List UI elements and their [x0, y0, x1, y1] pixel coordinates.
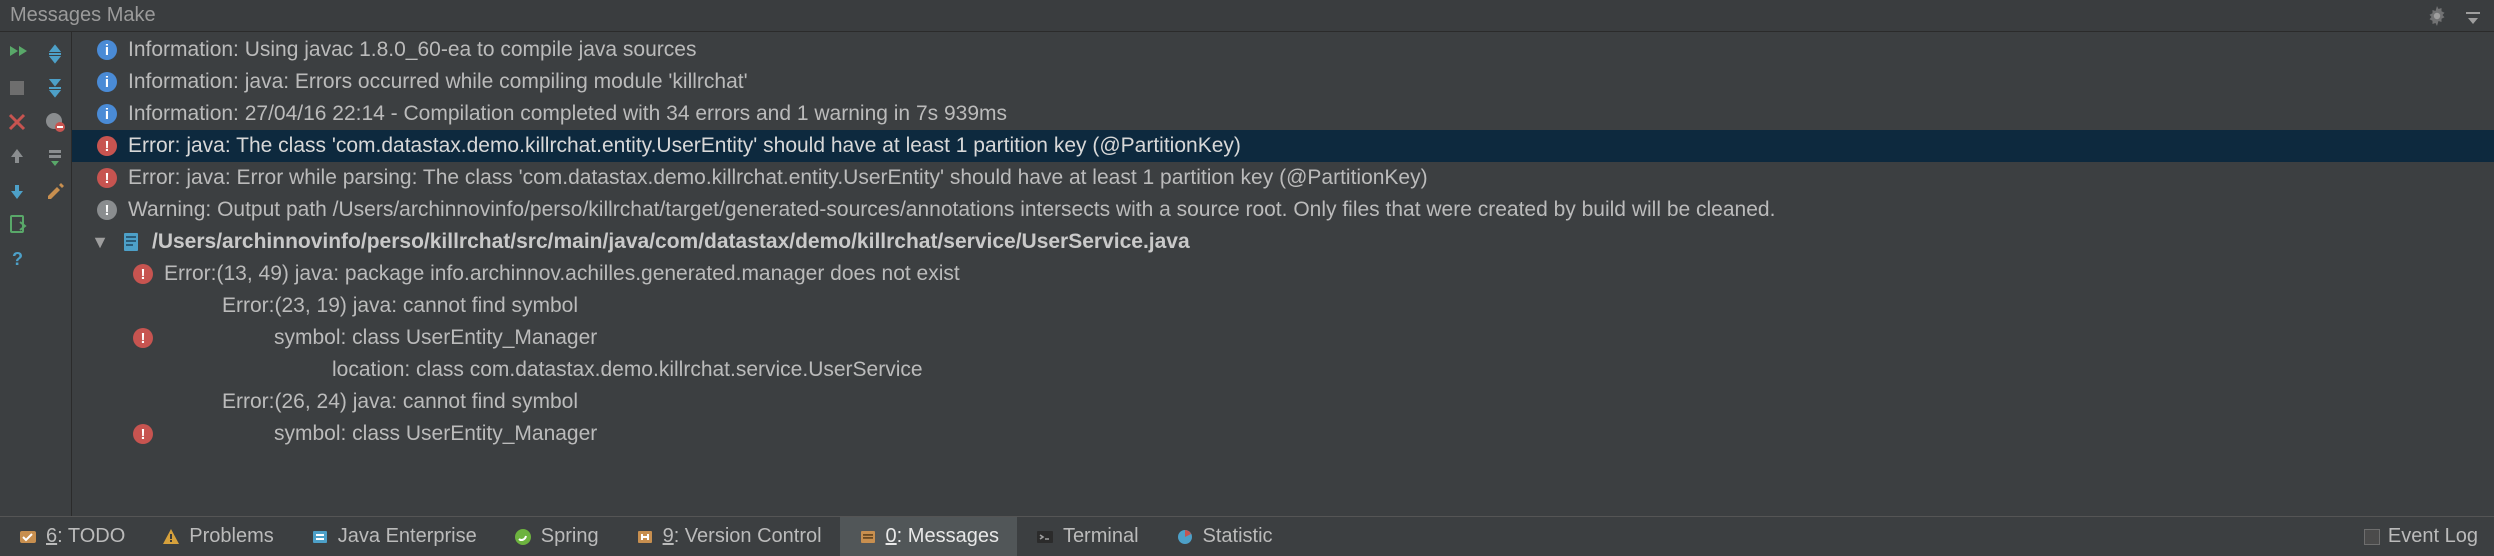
message-row[interactable]: ! Error:(13, 49) java: package info.arch… [72, 258, 2494, 290]
message-text: Information: 27/04/16 22:14 - Compilatio… [128, 102, 1007, 126]
tab-label: Statistic [1203, 525, 1273, 548]
panel-titlebar-actions [2426, 5, 2484, 27]
warning-icon: ! [96, 199, 118, 221]
error-icon: ! [132, 263, 154, 285]
tab-statistic[interactable]: Statistic [1157, 517, 1291, 556]
tab-event-log[interactable]: Event Log [2348, 517, 2494, 556]
svg-text:?: ? [12, 249, 23, 268]
message-text: symbol: class UserEntity_Manager [164, 422, 597, 446]
blank [43, 246, 67, 270]
message-row[interactable]: location: class com.datastax.demo.killrc… [72, 354, 2494, 386]
message-text: Information: java: Errors occurred while… [128, 70, 748, 94]
messages-tree[interactable]: i Information: Using javac 1.8.0_60-ea t… [72, 32, 2494, 516]
tab-label: Problems [189, 525, 273, 548]
message-row[interactable]: i Information: Using javac 1.8.0_60-ea t… [72, 34, 2494, 66]
message-row[interactable]: ! symbol: class UserEntity_Manager [72, 322, 2494, 354]
message-row[interactable]: Error:(26, 24) java: cannot find symbol [72, 386, 2494, 418]
tab-label: Java Enterprise [338, 525, 477, 548]
message-row[interactable]: i Information: java: Errors occurred whi… [72, 66, 2494, 98]
settings-icon[interactable] [43, 178, 67, 202]
message-text: Warning: Output path /Users/archinnovinf… [128, 198, 1775, 222]
message-text: symbol: class UserEntity_Manager [164, 326, 597, 350]
panel-titlebar: Messages Make [0, 0, 2494, 32]
tab-java-enterprise[interactable]: Java Enterprise [292, 517, 495, 556]
spring-icon [513, 527, 533, 547]
tab-messages[interactable]: 0: Messages [840, 517, 1017, 556]
error-icon: ! [132, 327, 154, 349]
info-icon: i [96, 103, 118, 125]
rerun-icon[interactable] [5, 42, 29, 66]
message-row[interactable]: ! Error: java: The class 'com.datastax.d… [72, 130, 2494, 162]
export-icon[interactable] [5, 212, 29, 236]
message-text: Information: Using javac 1.8.0_60-ea to … [128, 38, 696, 62]
info-icon: i [96, 39, 118, 61]
message-text: Error: java: The class 'com.datastax.dem… [128, 134, 1241, 158]
tab-label: 9: Version Control [663, 525, 822, 548]
file-path: /Users/archinnovinfo/perso/killrchat/src… [152, 230, 1190, 254]
info-icon: i [96, 71, 118, 93]
message-row[interactable]: Error:(23, 19) java: cannot find symbol [72, 290, 2494, 322]
panel-body: ? i Information: Using javac 1.8.0_60-ea… [0, 32, 2494, 516]
eventlog-icon [2364, 529, 2380, 545]
vcs-icon [635, 527, 655, 547]
terminal-icon [1035, 527, 1055, 547]
expand-all-icon[interactable] [43, 42, 67, 66]
close-icon[interactable] [5, 110, 29, 134]
autoscroll-icon[interactable] [43, 144, 67, 168]
tab-label: 6: TODO [46, 525, 125, 548]
tab-spring[interactable]: Spring [495, 517, 617, 556]
messages-icon [858, 527, 878, 547]
message-row[interactable]: ! Warning: Output path /Users/archinnovi… [72, 194, 2494, 226]
down-icon[interactable] [5, 178, 29, 202]
caret-down-icon: ▼ [90, 232, 110, 253]
problems-icon [161, 527, 181, 547]
todo-icon [18, 527, 38, 547]
tab-version-control[interactable]: 9: Version Control [617, 517, 840, 556]
message-text: Error:(13, 49) java: package info.archin… [164, 262, 960, 286]
hide-panel-icon[interactable] [2462, 5, 2484, 27]
gear-icon[interactable] [2426, 5, 2448, 27]
tab-label: Spring [541, 525, 599, 548]
hide-warnings-icon[interactable] [43, 110, 67, 134]
blank [43, 212, 67, 236]
panel-title: Messages Make [10, 4, 2426, 27]
up-icon[interactable] [5, 144, 29, 168]
message-text: location: class com.datastax.demo.killrc… [332, 358, 923, 382]
file-icon [120, 232, 142, 252]
error-icon: ! [132, 423, 154, 445]
tab-problems[interactable]: Problems [143, 517, 291, 556]
collapse-all-icon[interactable] [43, 76, 67, 100]
messages-toolbar: ? [0, 32, 72, 516]
toolwindow-bar: 6: TODO Problems Java Enterprise Spring … [0, 516, 2494, 556]
javaee-icon [310, 527, 330, 547]
message-row[interactable]: i Information: 27/04/16 22:14 - Compilat… [72, 98, 2494, 130]
stop-icon[interactable] [5, 76, 29, 100]
help-icon[interactable]: ? [5, 246, 29, 270]
message-text: Error:(26, 24) java: cannot find symbol [222, 390, 578, 414]
statistic-icon [1175, 527, 1195, 547]
tab-label: 0: Messages [886, 525, 999, 548]
error-icon: ! [96, 167, 118, 189]
tab-label: Event Log [2388, 525, 2478, 548]
file-node[interactable]: ▼ /Users/archinnovinfo/perso/killrchat/s… [72, 226, 2494, 258]
tab-todo[interactable]: 6: TODO [0, 517, 143, 556]
error-icon: ! [96, 135, 118, 157]
tab-terminal[interactable]: Terminal [1017, 517, 1157, 556]
tab-label: Terminal [1063, 525, 1139, 548]
message-text: Error:(23, 19) java: cannot find symbol [222, 294, 578, 318]
spacer [1291, 517, 2348, 556]
message-row[interactable]: ! Error: java: Error while parsing: The … [72, 162, 2494, 194]
message-text: Error: java: Error while parsing: The cl… [128, 166, 1428, 190]
message-row[interactable]: ! symbol: class UserEntity_Manager [72, 418, 2494, 450]
